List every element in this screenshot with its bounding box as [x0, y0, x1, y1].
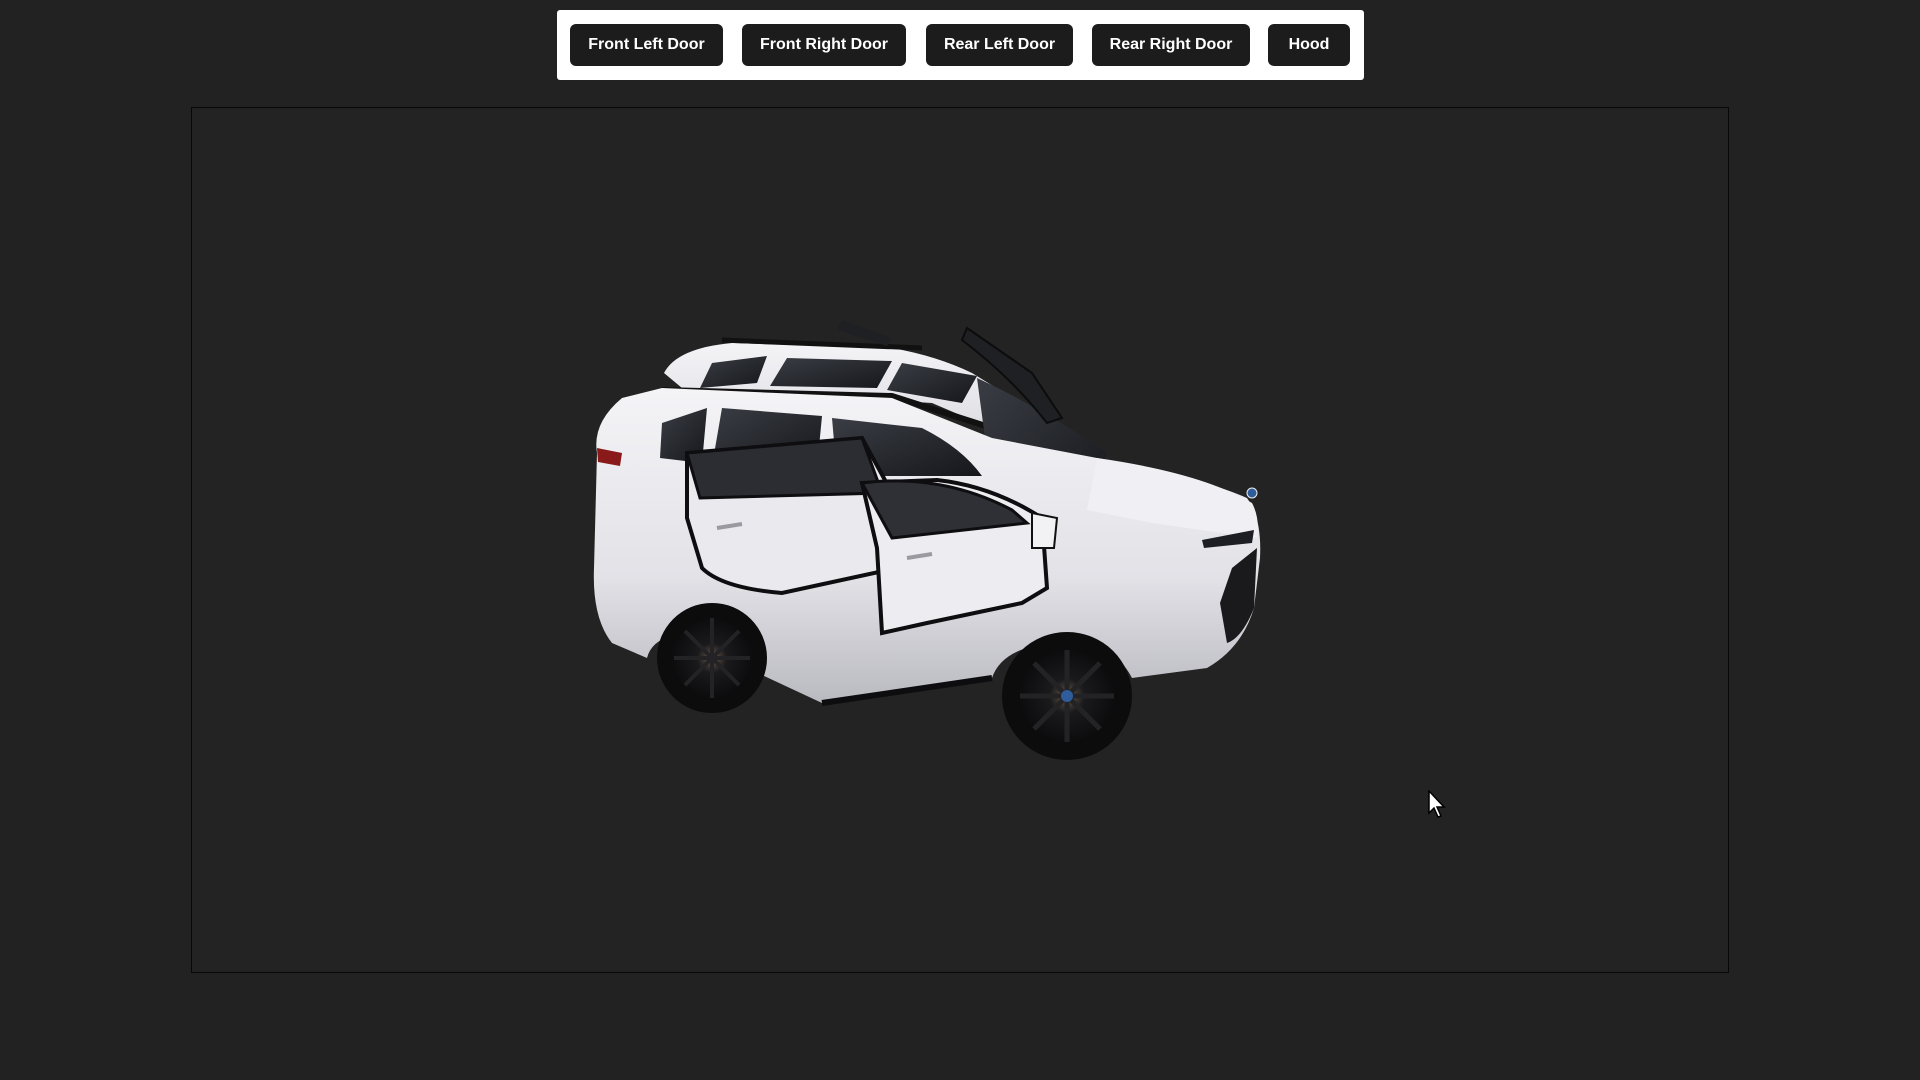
hood-button[interactable]: Hood [1268, 24, 1350, 66]
car-model[interactable] [592, 248, 1332, 768]
front-right-door-button[interactable]: Front Right Door [742, 24, 906, 66]
mouse-pointer-icon [1428, 790, 1446, 818]
sunroof-middle [770, 358, 892, 388]
front-left-door-button[interactable]: Front Left Door [570, 24, 723, 66]
brand-badge [1246, 487, 1258, 499]
rear-left-door-button[interactable]: Rear Left Door [926, 24, 1073, 66]
front-wheel [1002, 632, 1132, 760]
hood-panel-open-2 [837, 320, 892, 346]
rear-right-door-button[interactable]: Rear Right Door [1092, 24, 1250, 66]
3d-car-viewport[interactable] [191, 107, 1729, 973]
rear-wheel [657, 603, 767, 713]
door-control-toolbar: Front Left Door Front Right Door Rear Le… [557, 10, 1364, 80]
side-mirror [1031, 511, 1059, 549]
